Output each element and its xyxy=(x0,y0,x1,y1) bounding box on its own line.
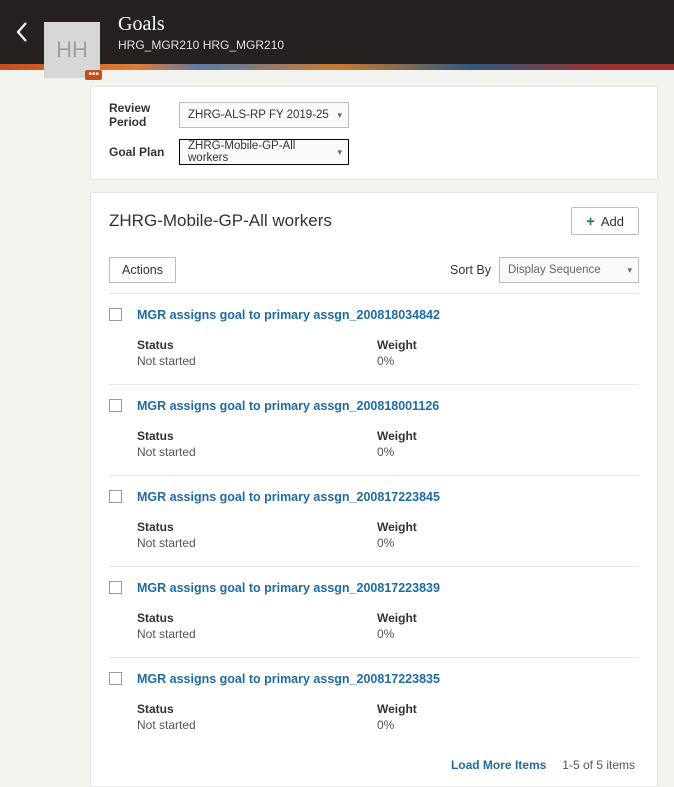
goal-title-link[interactable]: MGR assigns goal to primary assgn_200817… xyxy=(137,581,440,595)
page-subtitle: HRG_MGR210 HRG_MGR210 xyxy=(118,38,284,52)
status-value: Not started xyxy=(137,627,377,641)
status-field: Status Not started xyxy=(137,702,377,732)
chevron-down-icon: ▾ xyxy=(627,265,632,276)
weight-label: Weight xyxy=(377,611,497,625)
goal-item: MGR assigns goal to primary assgn_200817… xyxy=(109,566,639,657)
chevron-left-icon xyxy=(15,21,29,43)
goal-checkbox[interactable] xyxy=(109,490,122,503)
avatar-menu-icon[interactable]: ••• xyxy=(85,70,102,80)
weight-value: 0% xyxy=(377,354,497,368)
weight-label: Weight xyxy=(377,338,497,352)
goal-title-link[interactable]: MGR assigns goal to primary assgn_200817… xyxy=(137,490,440,504)
goal-title-link[interactable]: MGR assigns goal to primary assgn_200818… xyxy=(137,399,439,413)
status-label: Status xyxy=(137,338,377,352)
weight-label: Weight xyxy=(377,520,497,534)
weight-label: Weight xyxy=(377,702,497,716)
sort-by-label: Sort By xyxy=(450,263,491,277)
status-field: Status Not started xyxy=(137,338,377,368)
avatar[interactable]: HH ••• xyxy=(44,22,100,78)
goal-checkbox[interactable] xyxy=(109,399,122,412)
weight-value: 0% xyxy=(377,536,497,550)
chevron-down-icon: ▾ xyxy=(337,147,342,158)
sort-wrap: Sort By Display Sequence ▾ xyxy=(450,257,639,283)
review-period-select[interactable]: ZHRG-ALS-RP FY 2019-25 ▾ xyxy=(179,102,349,128)
add-button-label: Add xyxy=(601,214,624,229)
goals-card: ZHRG-Mobile-GP-All workers + Add Actions… xyxy=(90,192,658,787)
status-value: Not started xyxy=(137,354,377,368)
goal-item: MGR assigns goal to primary assgn_200818… xyxy=(109,294,639,384)
status-label: Status xyxy=(137,429,377,443)
back-button[interactable] xyxy=(10,20,34,44)
review-period-label: Review Period xyxy=(109,101,179,129)
page-header: HH ••• Goals HRG_MGR210 HRG_MGR210 xyxy=(0,0,674,64)
filter-card: Review Period ZHRG-ALS-RP FY 2019-25 ▾ G… xyxy=(90,86,658,180)
goal-item: MGR assigns goal to primary assgn_200818… xyxy=(109,384,639,475)
status-label: Status xyxy=(137,702,377,716)
goal-list: MGR assigns goal to primary assgn_200818… xyxy=(109,293,639,748)
weight-label: Weight xyxy=(377,429,497,443)
toolbar: Actions Sort By Display Sequence ▾ xyxy=(109,257,639,293)
goal-checkbox[interactable] xyxy=(109,672,122,685)
list-footer: Load More Items 1-5 of 5 items xyxy=(109,748,639,778)
goal-plan-select[interactable]: ZHRG-Mobile-GP-All workers ▾ xyxy=(179,139,349,165)
add-button[interactable]: + Add xyxy=(571,207,639,235)
status-field: Status Not started xyxy=(137,520,377,550)
status-value: Not started xyxy=(137,718,377,732)
weight-field: Weight 0% xyxy=(377,429,497,459)
weight-field: Weight 0% xyxy=(377,702,497,732)
review-period-row: Review Period ZHRG-ALS-RP FY 2019-25 ▾ xyxy=(109,101,639,129)
goal-checkbox[interactable] xyxy=(109,581,122,594)
chevron-down-icon: ▾ xyxy=(337,110,342,121)
weight-value: 0% xyxy=(377,627,497,641)
status-field: Status Not started xyxy=(137,429,377,459)
page-title: Goals xyxy=(118,13,284,36)
section-title: ZHRG-Mobile-GP-All workers xyxy=(109,211,332,231)
sort-by-select[interactable]: Display Sequence ▾ xyxy=(499,257,639,283)
status-field: Status Not started xyxy=(137,611,377,641)
status-label: Status xyxy=(137,520,377,534)
goal-checkbox[interactable] xyxy=(109,308,122,321)
section-header: ZHRG-Mobile-GP-All workers + Add xyxy=(109,207,639,235)
header-text: Goals HRG_MGR210 HRG_MGR210 xyxy=(118,13,284,52)
decorative-strip xyxy=(0,64,674,70)
load-more-link[interactable]: Load More Items xyxy=(451,758,546,772)
status-label: Status xyxy=(137,611,377,625)
weight-field: Weight 0% xyxy=(377,611,497,641)
avatar-initials: HH xyxy=(56,37,88,63)
weight-field: Weight 0% xyxy=(377,520,497,550)
sort-by-value: Display Sequence xyxy=(508,264,601,276)
status-value: Not started xyxy=(137,536,377,550)
status-value: Not started xyxy=(137,445,377,459)
goal-plan-label: Goal Plan xyxy=(109,145,179,159)
goal-plan-value: ZHRG-Mobile-GP-All workers xyxy=(188,140,337,164)
review-period-value: ZHRG-ALS-RP FY 2019-25 xyxy=(188,109,329,121)
goal-title-link[interactable]: MGR assigns goal to primary assgn_200818… xyxy=(137,308,440,322)
item-count: 1-5 of 5 items xyxy=(562,758,635,772)
actions-button[interactable]: Actions xyxy=(109,257,176,283)
plus-icon: + xyxy=(586,214,595,229)
weight-value: 0% xyxy=(377,445,497,459)
goal-item: MGR assigns goal to primary assgn_200817… xyxy=(109,475,639,566)
weight-value: 0% xyxy=(377,718,497,732)
goal-plan-row: Goal Plan ZHRG-Mobile-GP-All workers ▾ xyxy=(109,139,639,165)
goal-title-link[interactable]: MGR assigns goal to primary assgn_200817… xyxy=(137,672,440,686)
weight-field: Weight 0% xyxy=(377,338,497,368)
